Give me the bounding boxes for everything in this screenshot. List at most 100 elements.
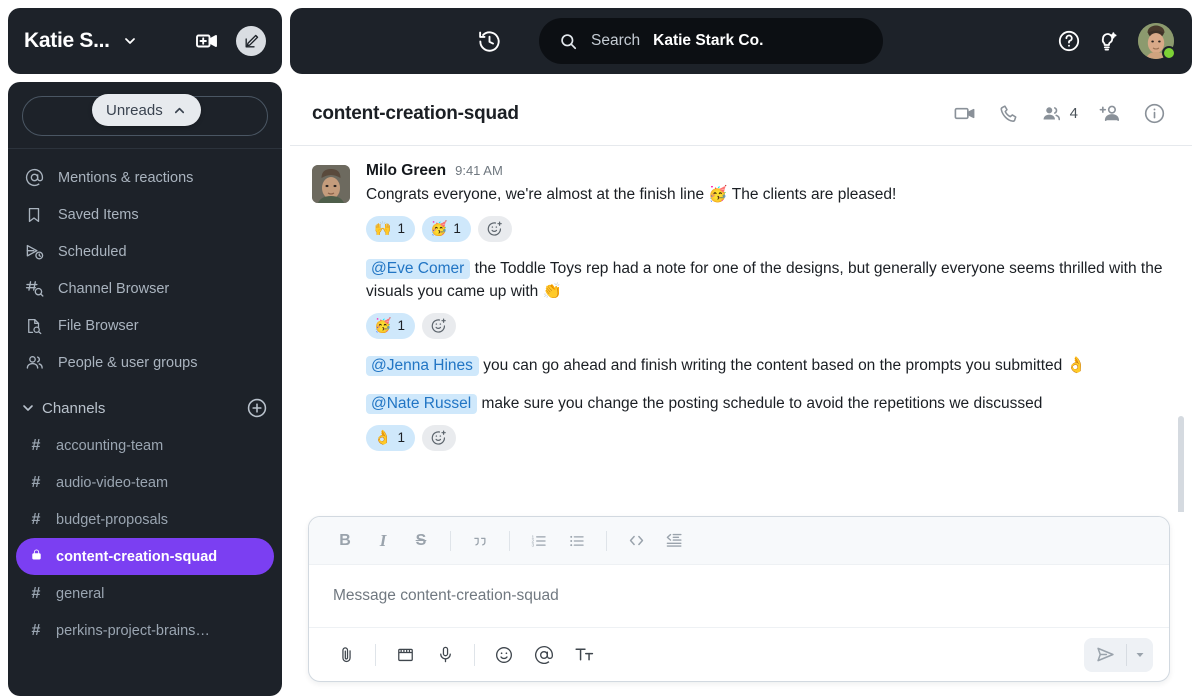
microphone-icon[interactable] [426,638,464,672]
history-clock-icon[interactable] [469,21,509,61]
members-count: 4 [1069,105,1078,122]
scheduled-send-icon [24,242,44,261]
channel-label: budget-proposals [56,511,169,528]
sidebar-channel-budget-proposals[interactable]: # budget-proposals [16,501,274,538]
message-author[interactable]: Milo Green [366,162,446,180]
toolbar-divider [606,530,607,551]
ok-hand-emoji: 👌 [1066,355,1086,374]
sidebar-item-file-browser[interactable]: File Browser [8,307,282,344]
sidebar-item-label: Mentions & reactions [58,169,194,186]
channel-label: general [56,585,105,602]
plus-circle-icon[interactable] [246,397,268,419]
hash-icon: # [31,436,41,454]
emoji-smiley-icon[interactable] [485,638,523,672]
add-person-icon[interactable] [1088,94,1132,134]
mention-eve-comer[interactable]: @Eve Comer [366,258,471,279]
sidebar-channel-accounting-team[interactable]: # accounting-team [16,427,274,464]
message-text: Congrats everyone, we're almost at the f… [366,183,1166,207]
strikethrough-button[interactable]: S [403,526,439,556]
members-icon [1041,103,1063,125]
blockquote-button[interactable] [462,526,498,556]
ordered-list-button[interactable]: 1 2 3 [521,526,557,556]
file-search-icon [24,317,44,335]
text-format-icon[interactable] [565,638,603,672]
reaction-bar: 🙌 1 🥳 1 [366,215,1166,242]
italic-button[interactable]: I [365,526,401,556]
sidebar-item-label: People & user groups [58,354,198,371]
unreads-label: Unreads [106,101,163,119]
unreads-pill[interactable]: Unreads [92,94,201,126]
at-sign-icon[interactable] [525,638,563,672]
message-meta: Milo Green 9:41 AM [366,162,1166,180]
bold-button[interactable]: B [327,526,363,556]
mention-nate-russel[interactable]: @Nate Russel [366,394,478,415]
reaction-pill[interactable]: 🥳 1 [366,312,415,339]
toolbar-divider [509,530,510,551]
video-clip-icon[interactable] [386,638,424,672]
sidebar-channel-audio-video-team[interactable]: # audio-video-team [16,464,274,501]
chevron-down-icon[interactable] [20,400,36,416]
sidebar-channel-content-creation-squad[interactable]: content-creation-squad [16,538,274,575]
sidebar-item-saved[interactable]: Saved Items [8,196,282,233]
compose-message-icon[interactable] [236,26,266,56]
svg-text:3: 3 [532,542,535,548]
sidebar-item-scheduled[interactable]: Scheduled [8,233,282,270]
message-group: Milo Green 9:41 AM Congrats everyone, we… [312,162,1166,242]
help-circle-icon[interactable] [1050,22,1088,60]
reaction-pill[interactable]: 🙌 1 [366,215,415,242]
add-reaction-icon[interactable] [477,215,512,242]
phone-icon[interactable] [987,94,1031,134]
avatar[interactable] [312,165,350,203]
hash-icon: # [31,510,41,528]
sidebar-channel-perkins-project-brains[interactable]: # perkins-project-brains… [16,612,274,649]
reaction-pill[interactable]: 👌 1 [366,424,415,451]
sidebar-nav-list: Mentions & reactions Saved Items Schedul… [8,155,282,387]
hash-icon: # [31,584,41,602]
at-sign-icon [24,168,44,187]
channels-section-header[interactable]: Channels [8,387,282,427]
reaction-count: 1 [397,430,405,446]
bullet-list-button[interactable] [559,526,595,556]
reaction-bar: 🥳 1 [366,312,1166,339]
people-icon [24,353,44,372]
inline-code-button[interactable] [618,526,654,556]
sidebar-item-channel-browser[interactable]: Channel Browser [8,270,282,307]
reaction-pill[interactable]: 🥳 1 [421,215,471,242]
send-plane-icon[interactable] [1084,638,1126,672]
message-input[interactable]: Message content-creation-squad [309,565,1169,627]
sidebar-channel-general[interactable]: # general [16,575,274,612]
workspace-name[interactable]: Katie S... [24,29,110,53]
search-input[interactable]: Search Katie Stark Co. [539,18,883,64]
composer-wrapper: B I S 1 2 3 Message content-creation-squ… [290,512,1192,696]
avatar[interactable] [1138,23,1176,60]
workspace-header: Katie S... [8,8,282,74]
message-scrollbar[interactable] [1178,416,1184,512]
new-video-call-icon[interactable] [194,28,220,54]
info-circle-icon[interactable] [1132,94,1176,134]
paperclip-icon[interactable] [327,638,365,672]
search-value: Katie Stark Co. [653,32,764,49]
chevron-down-icon[interactable] [1127,638,1153,672]
message-list: Milo Green 9:41 AM Congrats everyone, we… [290,146,1192,512]
channel-label: content-creation-squad [56,548,218,565]
search-icon [559,32,578,51]
page-title[interactable]: content-creation-squad [312,103,519,125]
hash-icon: # [31,473,41,491]
video-camera-icon[interactable] [943,94,987,134]
mention-jenna-hines[interactable]: @Jenna Hines [366,355,479,376]
top-bar: Search Katie Stark Co. [290,8,1192,74]
sidebar-item-label: Scheduled [58,243,127,260]
lightbulb-sparkle-icon[interactable] [1088,22,1126,60]
add-reaction-icon[interactable] [421,312,456,339]
party-face-emoji: 🥳 [708,185,728,203]
add-reaction-icon[interactable] [421,424,456,451]
sidebar-item-mentions[interactable]: Mentions & reactions [8,159,282,196]
channels-section-label: Channels [42,399,106,417]
sidebar-item-people[interactable]: People & user groups [8,344,282,381]
message-text-part: The clients are pleased! [727,186,897,203]
channel-list: # accounting-team # audio-video-team # b… [8,427,282,649]
chevron-down-icon[interactable] [122,33,138,49]
toolbar-divider [474,643,475,666]
members-button[interactable]: 4 [1031,103,1088,125]
code-block-button[interactable] [656,526,692,556]
